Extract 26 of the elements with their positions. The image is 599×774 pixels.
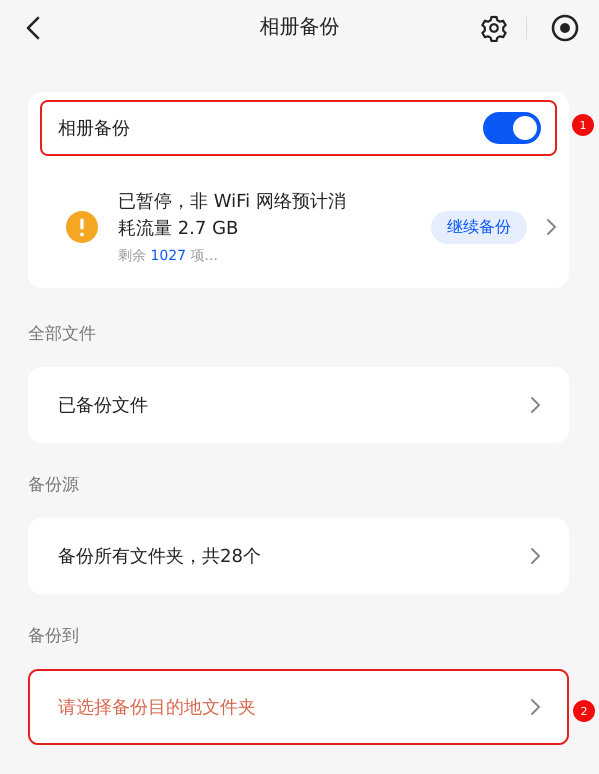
remaining-suffix: 项... bbox=[190, 248, 218, 264]
warning-icon bbox=[66, 211, 98, 243]
section-heading: 全部文件 bbox=[28, 323, 96, 345]
back-button[interactable] bbox=[26, 16, 40, 40]
settings-icon bbox=[480, 14, 508, 42]
settings-button[interactable] bbox=[480, 14, 508, 42]
list-row[interactable]: 已备份文件 bbox=[28, 367, 569, 443]
section-heading: 备份源 bbox=[28, 474, 79, 496]
resume-backup-button[interactable]: 继续备份 bbox=[431, 210, 527, 244]
chevron-right-icon bbox=[529, 396, 541, 414]
remaining-label: 剩余 bbox=[118, 248, 146, 264]
list-row[interactable]: 备份所有文件夹，共28个 bbox=[28, 518, 569, 594]
backup-switch[interactable] bbox=[483, 112, 541, 144]
chevron-right-icon bbox=[529, 547, 541, 565]
toggle-label: 相册备份 bbox=[58, 117, 131, 140]
chevron-right-icon bbox=[529, 698, 541, 716]
page-title: 相册备份 bbox=[260, 13, 340, 40]
section-heading: 备份到 bbox=[28, 625, 79, 647]
remaining-count: 1027 bbox=[150, 248, 186, 264]
chevron-right-icon bbox=[545, 218, 557, 236]
annotation-badge: 2 bbox=[573, 700, 595, 722]
target-icon bbox=[551, 14, 579, 42]
annotation-badge: 1 bbox=[572, 114, 594, 136]
record-button[interactable] bbox=[551, 14, 579, 42]
back-icon bbox=[26, 16, 40, 40]
status-message: 已暂停，非 WiFi 网络预计消 耗流量 2.7 GB bbox=[118, 190, 347, 241]
